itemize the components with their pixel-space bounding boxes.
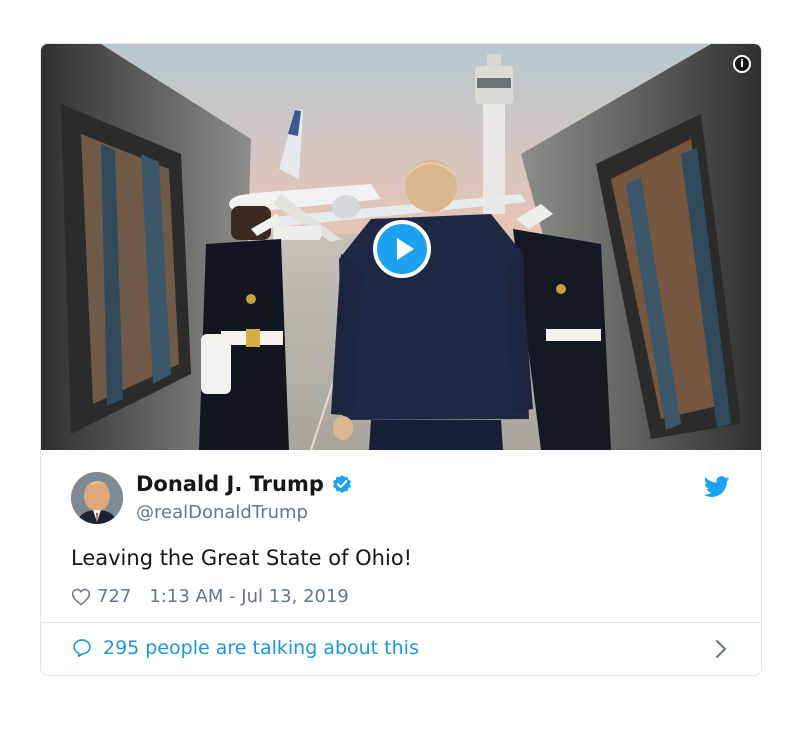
tweet-timestamp[interactable]: 1:13 AM - Jul 13, 2019	[149, 586, 349, 607]
embedded-tweet-card[interactable]: i Donald J. Trump @realDonaldTrump Leavi…	[40, 43, 762, 676]
tweet-meta: 727 1:13 AM - Jul 13, 2019	[71, 586, 349, 607]
like-count[interactable]: 727	[97, 586, 131, 607]
play-button[interactable]	[373, 220, 431, 278]
heart-icon[interactable]	[71, 587, 91, 607]
author-handle[interactable]: @realDonaldTrump	[136, 502, 308, 523]
conversation-link[interactable]: 295 people are talking about this	[41, 623, 761, 675]
info-icon[interactable]: i	[733, 55, 751, 73]
play-icon	[397, 238, 414, 260]
tweet-body: Donald J. Trump @realDonaldTrump Leaving…	[41, 450, 761, 620]
chevron-right-icon[interactable]	[715, 639, 727, 659]
twitter-bird-icon[interactable]	[704, 476, 730, 498]
video-thumbnail[interactable]: i	[41, 44, 761, 450]
verified-badge-icon	[332, 475, 351, 494]
avatar[interactable]	[71, 472, 123, 524]
speech-bubble-icon	[73, 639, 91, 658]
author-name[interactable]: Donald J. Trump	[136, 472, 324, 496]
talking-count-text[interactable]: 295 people are talking about this	[103, 637, 419, 659]
tweet-text: Leaving the Great State of Ohio!	[71, 546, 413, 570]
author-name-row[interactable]: Donald J. Trump	[136, 472, 353, 496]
